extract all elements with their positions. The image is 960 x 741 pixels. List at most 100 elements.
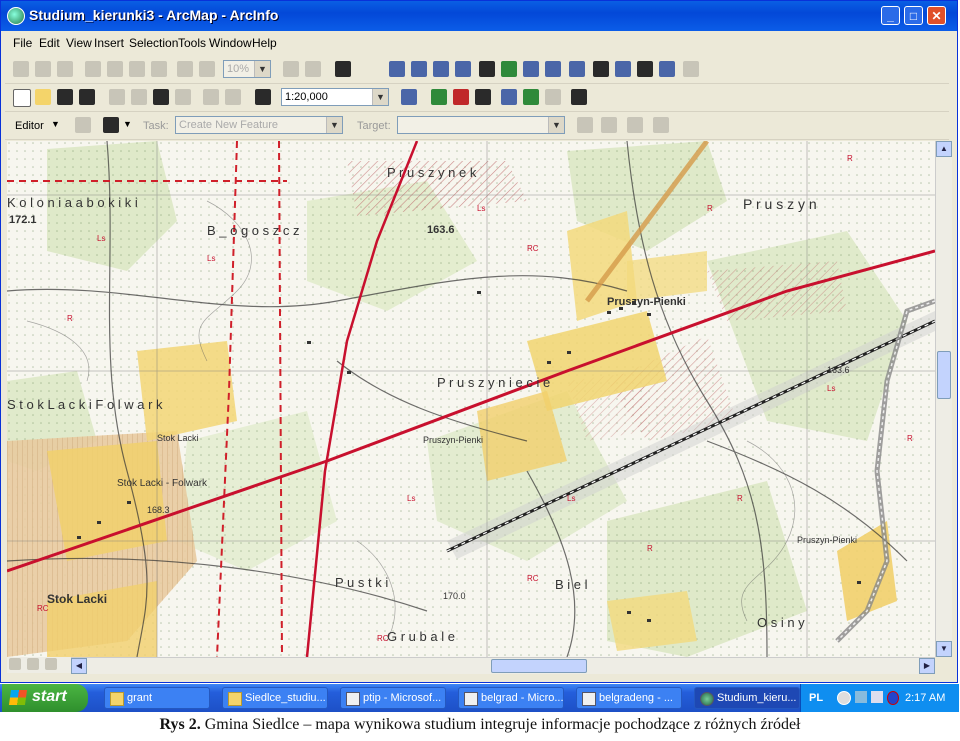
python-icon[interactable] bbox=[545, 89, 561, 105]
vertical-scrollbar[interactable]: ▲ ▼ bbox=[935, 141, 952, 657]
fixed-zoom-out-icon[interactable] bbox=[151, 61, 167, 77]
map-view[interactable]: R Ls Ls RC R Ls Ls Ls RC RC RC R R R Ls R P r u s z … bbox=[7, 141, 935, 657]
zoom-100-icon[interactable] bbox=[107, 61, 123, 77]
language-indicator[interactable]: PL bbox=[809, 692, 823, 704]
attributes-icon[interactable] bbox=[627, 117, 643, 133]
copy-icon[interactable] bbox=[131, 89, 147, 105]
scroll-left-icon[interactable]: ◀ bbox=[71, 658, 87, 674]
back-arrow-icon[interactable] bbox=[523, 61, 539, 77]
forward-extent-icon[interactable] bbox=[199, 61, 215, 77]
fixed-zoom-in-map-icon[interactable] bbox=[433, 61, 449, 77]
menu-file[interactable]: File bbox=[13, 36, 32, 50]
sketch-properties-icon[interactable] bbox=[653, 117, 669, 133]
refresh-icon[interactable] bbox=[45, 658, 57, 670]
editor-toolbar-icon[interactable] bbox=[401, 89, 417, 105]
edit-tool-icon[interactable] bbox=[75, 117, 91, 133]
start-button[interactable]: start bbox=[2, 684, 88, 712]
rotate-tool-icon[interactable] bbox=[601, 117, 617, 133]
menu-insert[interactable]: Insert bbox=[94, 36, 124, 50]
save-disk-icon[interactable] bbox=[57, 89, 73, 105]
security-shield-icon[interactable] bbox=[887, 691, 899, 705]
model-icon[interactable] bbox=[523, 89, 539, 105]
print-icon[interactable] bbox=[79, 89, 95, 105]
find-binoculars-icon[interactable] bbox=[637, 61, 653, 77]
select-elements-arrow-icon[interactable] bbox=[593, 61, 609, 77]
select-features-icon[interactable] bbox=[569, 61, 585, 77]
map-scale-combo[interactable]: 1:20,000 ▼ bbox=[281, 88, 389, 106]
identify-icon[interactable] bbox=[615, 61, 631, 77]
layout-pan-icon[interactable] bbox=[57, 61, 73, 77]
whats-this-icon[interactable] bbox=[501, 89, 517, 105]
data-view-globe-icon[interactable] bbox=[9, 658, 21, 670]
task-belgradeng[interactable]: belgradeng - ... bbox=[576, 687, 682, 709]
paste-icon[interactable] bbox=[153, 89, 169, 105]
zoom-percent-combo[interactable]: 10% ▼ bbox=[223, 60, 271, 78]
task-combo[interactable]: Create New Feature ▼ bbox=[175, 116, 343, 134]
maximize-button[interactable]: □ bbox=[904, 6, 923, 25]
command-line-icon[interactable] bbox=[475, 89, 491, 105]
arctoolbox-icon[interactable] bbox=[453, 89, 469, 105]
chevron-down-icon[interactable]: ▼ bbox=[254, 61, 270, 77]
add-data-icon[interactable] bbox=[255, 89, 271, 105]
fixed-zoom-in-icon[interactable] bbox=[129, 61, 145, 77]
menu-edit[interactable]: Edit bbox=[39, 36, 60, 50]
layout-zoom-in-icon[interactable] bbox=[13, 61, 29, 77]
chevron-down-icon[interactable]: ▼ bbox=[51, 119, 60, 129]
hyperlink-icon[interactable] bbox=[683, 61, 699, 77]
undo-icon[interactable] bbox=[203, 89, 219, 105]
focus-frame-icon[interactable] bbox=[305, 61, 321, 77]
measure-icon[interactable] bbox=[659, 61, 675, 77]
target-combo[interactable]: ▼ bbox=[397, 116, 565, 134]
task-ptip[interactable]: ptip - Microsof... bbox=[340, 687, 446, 709]
chevron-down-icon[interactable]: ▼ bbox=[326, 117, 342, 133]
back-extent-icon[interactable] bbox=[177, 61, 193, 77]
scroll-right-icon[interactable]: ▶ bbox=[919, 658, 935, 674]
zoom-whole-page-icon[interactable] bbox=[85, 61, 101, 77]
scroll-up-icon[interactable]: ▲ bbox=[936, 141, 952, 157]
zoom-in-icon[interactable] bbox=[389, 61, 405, 77]
title-bar[interactable]: Studium_kierunki3 - ArcMap - ArcInfo _ □… bbox=[1, 1, 957, 31]
split-tool-icon[interactable] bbox=[577, 117, 593, 133]
chevron-down-icon[interactable]: ▼ bbox=[123, 119, 132, 129]
scroll-down-icon[interactable]: ▼ bbox=[936, 641, 952, 657]
clock[interactable]: 2:17 AM bbox=[905, 692, 945, 704]
chevron-down-icon[interactable]: ▼ bbox=[372, 89, 388, 105]
toggle-draft-icon[interactable] bbox=[283, 61, 299, 77]
close-button[interactable]: ✕ bbox=[927, 6, 946, 25]
horizontal-scroll-thumb[interactable] bbox=[491, 659, 587, 673]
layout-zoom-out-icon[interactable] bbox=[35, 61, 51, 77]
cut-icon[interactable] bbox=[109, 89, 125, 105]
layout-view-page-icon[interactable] bbox=[27, 658, 39, 670]
pan-hand-icon[interactable] bbox=[479, 61, 495, 77]
open-folder-icon[interactable] bbox=[35, 89, 51, 105]
menu-help[interactable]: Help bbox=[252, 36, 277, 50]
menu-selection[interactable]: Selection bbox=[129, 36, 178, 50]
zoom-out-icon[interactable] bbox=[411, 61, 427, 77]
menu-window[interactable]: Window bbox=[209, 36, 252, 50]
magnifier-icon[interactable] bbox=[571, 89, 587, 105]
show-hidden-icons-icon[interactable] bbox=[837, 691, 851, 705]
chevron-down-icon[interactable]: ▼ bbox=[548, 117, 564, 133]
redo-icon[interactable] bbox=[225, 89, 241, 105]
task-studium[interactable]: Studium_kieru... bbox=[694, 687, 800, 709]
minimize-button[interactable]: _ bbox=[881, 6, 900, 25]
task-belgrad[interactable]: belgrad - Micro... bbox=[458, 687, 564, 709]
change-layout-icon[interactable] bbox=[335, 61, 351, 77]
full-extent-globe-icon[interactable] bbox=[501, 61, 517, 77]
horizontal-scrollbar[interactable]: ◀ ▶ bbox=[71, 657, 935, 674]
new-document-icon[interactable] bbox=[13, 89, 31, 107]
delete-icon[interactable] bbox=[175, 89, 191, 105]
arccatalog-icon[interactable] bbox=[431, 89, 447, 105]
task-grant[interactable]: grant bbox=[104, 687, 210, 709]
sketch-pencil-icon[interactable] bbox=[103, 117, 119, 133]
editor-menu[interactable]: Editor bbox=[15, 120, 44, 132]
menu-view[interactable]: View bbox=[66, 36, 92, 50]
fixed-zoom-out-map-icon[interactable] bbox=[455, 61, 471, 77]
forward-arrow-icon[interactable] bbox=[545, 61, 561, 77]
menu-tools[interactable]: Tools bbox=[178, 36, 206, 50]
volume-icon[interactable] bbox=[871, 691, 883, 703]
vertical-scroll-thumb[interactable] bbox=[937, 351, 951, 399]
network-icon[interactable] bbox=[855, 691, 867, 703]
svg-text:R: R bbox=[847, 154, 853, 163]
task-siedlce[interactable]: Siedlce_studiu... bbox=[222, 687, 328, 709]
